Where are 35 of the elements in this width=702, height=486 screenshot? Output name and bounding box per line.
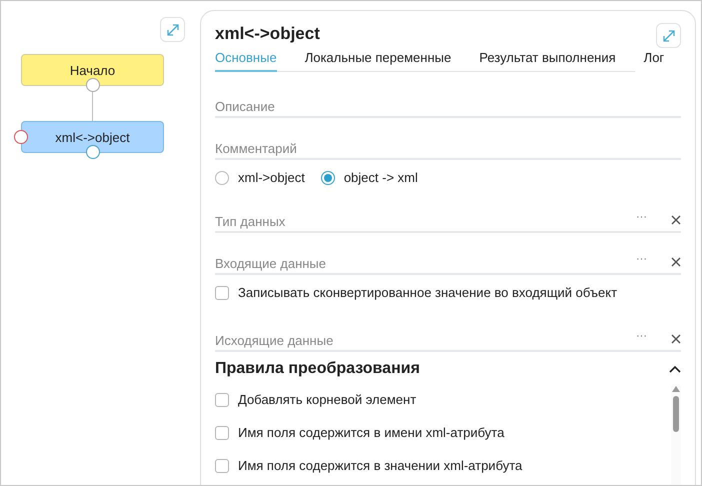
output-port[interactable] <box>86 78 100 92</box>
more-button[interactable]: ··· <box>636 254 647 265</box>
checkbox-option[interactable]: Записывать сконвертированное значение во входящий объект <box>215 285 618 300</box>
picker-field[interactable]: Исходящие данные ··· <box>215 330 681 352</box>
text-field[interactable]: Описание <box>215 96 681 118</box>
flow-node[interactable]: xml<->object <box>21 121 164 153</box>
tab[interactable]: Результат выполнения <box>479 50 616 72</box>
expand-icon <box>166 22 180 36</box>
picker-field[interactable]: Тип данных ··· <box>215 211 681 233</box>
tab[interactable]: Лог <box>644 50 664 72</box>
scrollbar[interactable] <box>671 386 681 485</box>
panel-title: xml<->object <box>215 24 320 44</box>
more-button[interactable]: ··· <box>636 212 647 223</box>
section-title: Правила преобразования <box>215 360 420 378</box>
radio-option[interactable]: object -> xml <box>320 170 418 185</box>
close-icon[interactable] <box>671 215 681 225</box>
picker-field[interactable]: Входящие данные ··· <box>215 253 681 275</box>
expand-button[interactable] <box>656 23 681 48</box>
checkbox-option[interactable]: Имя поля содержится в имени xml-атрибута <box>215 425 671 440</box>
flow-node[interactable]: Начало <box>21 54 164 86</box>
text-field[interactable]: Комментарий <box>215 138 681 160</box>
output-port[interactable] <box>86 145 100 159</box>
input-port[interactable] <box>14 130 28 144</box>
expand-icon <box>662 28 676 42</box>
close-icon[interactable] <box>671 334 681 344</box>
radio-option[interactable]: xml->object <box>215 170 305 185</box>
scroll-up-icon[interactable] <box>672 386 680 392</box>
tab[interactable]: Локальные переменные <box>304 50 452 72</box>
checkbox-option[interactable]: Добавлять корневой элемент <box>215 392 671 407</box>
collapse-icon[interactable] <box>669 365 681 373</box>
checkbox-option[interactable]: Имя поля содержится в значении xml-атрибута <box>215 458 671 473</box>
connector-line <box>92 92 93 121</box>
expand-button[interactable] <box>160 17 185 42</box>
close-icon[interactable] <box>671 257 681 267</box>
more-button[interactable]: ··· <box>636 331 647 342</box>
